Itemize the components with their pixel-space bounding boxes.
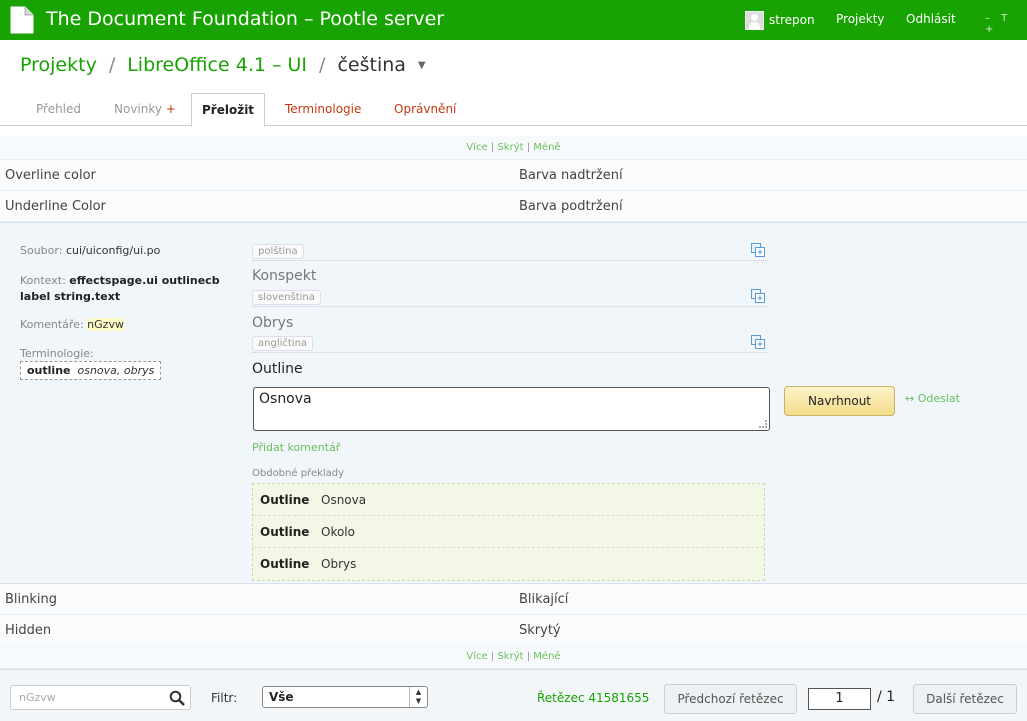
context-info: Kontext: effectspage.ui outlinecb label … <box>20 274 220 303</box>
alt-language-tag: slovenština <box>252 290 321 305</box>
copy-icon[interactable] <box>751 335 765 349</box>
context-controls-bottom: Více | Skrýt | Méně <box>0 645 1027 669</box>
projects-nav-link[interactable]: Projekty <box>836 12 885 26</box>
navigation-bar: nGzvw Filtr: Vše ▲ ▼ Řetězec 41581655 Pře… <box>0 669 1027 721</box>
hide-link[interactable]: Skrýt <box>497 651 523 662</box>
unit-source: Overline color <box>5 168 96 183</box>
breadcrumb-project[interactable]: LibreOffice 4.1 – UI <box>127 54 307 76</box>
tab-news[interactable]: Novinky + <box>104 93 186 126</box>
page-number-input[interactable]: 1 <box>808 688 871 710</box>
copy-icon[interactable] <box>751 243 765 257</box>
similar-translations-list: Outline Osnova Outline Okolo Outline Obrys <box>252 483 765 581</box>
unit-row[interactable]: Underline Color Barva podtržení <box>0 191 1027 222</box>
font-size-controls[interactable]: – T + <box>985 13 1027 35</box>
context-controls-top: Více | Skrýt | Méně <box>0 136 1027 160</box>
unit-target: Skrytý <box>519 623 561 638</box>
more-link[interactable]: Více <box>466 651 487 662</box>
similar-translations-title: Obdobné překlady <box>252 468 345 479</box>
source-language-tag: angličtina <box>252 336 314 351</box>
similar-translation-item[interactable]: Outline Obrys <box>253 548 764 580</box>
breadcrumb-separator: / <box>108 54 116 76</box>
translation-editor: Soubor: cui/uiconfig/ui.po Kontext: effe… <box>0 222 1027 584</box>
filter-label: Filtr: <box>211 691 238 705</box>
add-comment-link[interactable]: Přidat komentář <box>252 441 340 454</box>
source-text: Outline <box>252 361 303 377</box>
similar-translation-item[interactable]: Outline Okolo <box>253 516 764 548</box>
search-input[interactable]: nGzvw <box>10 685 191 710</box>
unit-source: Blinking <box>5 592 58 607</box>
next-string-button[interactable]: Další řetězec <box>913 684 1017 714</box>
user-menu[interactable]: strepon <box>745 10 815 30</box>
search-icon[interactable] <box>169 690 185 706</box>
unit-target: Blikající <box>519 592 569 607</box>
previous-string-button[interactable]: Předchozí řetězec <box>664 684 797 714</box>
alt-source-text: Konspekt <box>252 268 317 284</box>
unit-row[interactable]: Blinking Blikající <box>0 584 1027 615</box>
unit-source: Hidden <box>5 623 52 638</box>
breadcrumb: Projekty / LibreOffice 4.1 – UI / češtin… <box>20 54 426 76</box>
comments-info: Komentáře: nGzvw <box>20 318 124 331</box>
tab-terminology[interactable]: Terminologie <box>275 93 371 126</box>
less-link[interactable]: Méně <box>533 651 560 662</box>
alt-source-text: Obrys <box>252 315 294 331</box>
terminology-label: Terminologie: <box>20 347 94 360</box>
submit-link[interactable]: ↔ Odeslat <box>905 392 960 405</box>
news-badge: + <box>165 102 176 116</box>
copy-icon[interactable] <box>751 289 765 303</box>
more-link[interactable]: Více <box>466 142 487 153</box>
tab-overview[interactable]: Přehled <box>26 93 91 126</box>
chevron-down-icon[interactable]: ▼ <box>418 60 426 71</box>
top-bar: The Document Foundation – Pootle server … <box>0 0 1027 40</box>
page-total: / 1 <box>877 689 896 705</box>
document-logo-icon[interactable] <box>10 6 34 34</box>
hide-link[interactable]: Skrýt <box>497 142 523 153</box>
tab-bar: Přehled Novinky + Přeložit Terminologie … <box>0 93 1027 127</box>
breadcrumb-language[interactable]: čeština <box>337 54 405 76</box>
unit-row[interactable]: Overline color Barva nadtržení <box>0 160 1027 191</box>
tab-translate[interactable]: Přeložit <box>191 93 266 127</box>
unit-source: Underline Color <box>5 199 106 214</box>
breadcrumb-separator: / <box>319 54 326 76</box>
unit-target: Barva podtržení <box>519 199 623 214</box>
unit-target: Barva nadtržení <box>519 168 623 183</box>
similar-translation-item[interactable]: Outline Osnova <box>253 484 764 516</box>
tab-permissions[interactable]: Oprávnění <box>384 93 466 126</box>
comment-value: nGzvw <box>87 318 124 331</box>
select-arrows-icon: ▲ ▼ <box>409 687 427 707</box>
translation-textarea[interactable]: Osnova <box>253 387 770 431</box>
alt-language-tag: polština <box>252 244 304 259</box>
username[interactable]: strepon <box>769 13 815 27</box>
avatar <box>745 10 764 30</box>
resize-grip-icon[interactable] <box>759 420 767 428</box>
file-path[interactable]: cui/uiconfig/ui.po <box>66 244 160 257</box>
unit-row[interactable]: Hidden Skrytý <box>0 615 1027 646</box>
logout-link[interactable]: Odhlásit <box>906 12 956 26</box>
site-title[interactable]: The Document Foundation – Pootle server <box>46 8 444 30</box>
breadcrumb-projects[interactable]: Projekty <box>20 54 97 76</box>
file-info: Soubor: cui/uiconfig/ui.po <box>20 244 161 257</box>
string-id-link[interactable]: Řetězec 41581655 <box>537 691 649 705</box>
suggest-button[interactable]: Navrhnout <box>784 386 895 416</box>
less-link[interactable]: Méně <box>533 142 560 153</box>
filter-select[interactable]: Vše ▲ ▼ <box>262 686 428 708</box>
terminology-entry[interactable]: outline osnova, obrys <box>20 361 162 380</box>
